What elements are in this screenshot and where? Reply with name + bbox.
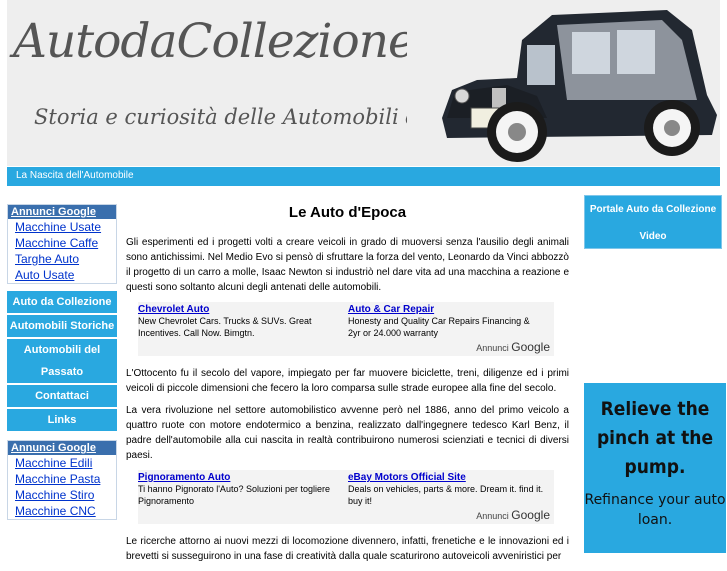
ad-unit: Auto & Car Repair Honesty and Quality Ca… — [348, 304, 544, 339]
sidebar-item-contattaci[interactable]: Contattaci — [7, 385, 117, 409]
portal-video-box[interactable]: Portale Auto da Collezione Video — [584, 195, 722, 249]
google-logo-text: Google — [511, 508, 550, 522]
ads-by-label: Annunci — [476, 511, 509, 521]
sidebar-item-links[interactable]: Links — [7, 409, 117, 433]
ads-heading[interactable]: Annunci Google — [8, 205, 116, 219]
ad-block: Pignoramento Auto Ti hanno Pignorato l'A… — [138, 470, 554, 524]
site-header: AutodaCollezione.it Storia e curiosità d… — [7, 0, 720, 166]
sidebar-item-automobili-del-passato[interactable]: Automobili del Passato — [7, 339, 117, 385]
portal-title: Portale Auto da Collezione — [589, 204, 717, 215]
sidebar-item-auto-da-collezione[interactable]: Auto da Collezione — [7, 291, 117, 315]
paragraph: La vera rivoluzione nel settore automobi… — [126, 405, 569, 461]
ad-description: Honesty and Quality Car Repairs Financin… — [348, 316, 530, 338]
ad-block: Chevrolet Auto New Chevrolet Cars. Truck… — [138, 302, 554, 356]
ads-link[interactable]: Macchine Stiro — [8, 487, 116, 503]
ads-by-label: Annunci — [476, 343, 509, 353]
ad-unit: Pignoramento Auto Ti hanno Pignorato l'A… — [138, 472, 334, 507]
nav-link-nascita[interactable]: La Nascita dell'Automobile — [16, 170, 134, 181]
ads-link[interactable]: Macchine Edili — [8, 455, 116, 471]
sidebar-item-automobili-storiche[interactable]: Automobili Storiche — [7, 315, 117, 339]
ads-by-google-label[interactable]: Annunci Google — [476, 508, 550, 522]
google-ads-box: Annunci Google Macchine Edili Macchine P… — [7, 440, 117, 520]
top-navbar: La Nascita dell'Automobile — [7, 167, 720, 186]
ad-description: Ti hanno Pignorato l'Auto? Soluzioni per… — [138, 484, 331, 506]
paragraph: L'Ottocento fu il secolo del vapore, imp… — [126, 368, 569, 394]
paragraph: Gli esperimenti ed i progetti volti a cr… — [126, 237, 569, 293]
ads-link[interactable]: Macchine CNC — [8, 503, 116, 519]
ads-link[interactable]: Macchine Pasta — [8, 471, 116, 487]
google-logo-text: Google — [511, 340, 550, 354]
ad-title-link[interactable]: Pignoramento Auto — [138, 472, 334, 483]
ad-title-link[interactable]: Auto & Car Repair — [348, 304, 544, 315]
page-title: Le Auto d'Epoca — [288, 204, 407, 221]
ad-description: New Chevrolet Cars. Trucks & SUVs. Great… — [138, 316, 312, 338]
ads-by-google-label[interactable]: Annunci Google — [476, 340, 550, 354]
site-title[interactable]: AutodaCollezione.it — [13, 14, 462, 69]
ads-link[interactable]: Targhe Auto — [8, 251, 116, 267]
ads-link[interactable]: Auto Usate — [8, 267, 116, 283]
sidebar-nav: Auto da Collezione Automobili Storiche A… — [7, 291, 117, 433]
vintage-car-image — [407, 0, 720, 166]
auto-loan-banner-ad[interactable]: Relieve the pinch at the pump. Refinance… — [584, 383, 726, 553]
banner-headline: Relieve the pinch at the pump. — [596, 398, 714, 478]
portal-video-label: Video — [639, 231, 667, 242]
ads-link[interactable]: Macchine Usate — [8, 219, 116, 235]
ad-description: Deals on vehicles, parts & more. Dream i… — [348, 484, 544, 506]
ad-title-link[interactable]: Chevrolet Auto — [138, 304, 334, 315]
ad-unit: eBay Motors Official Site Deals on vehic… — [348, 472, 544, 507]
banner-subtext: Refinance your auto loan. — [584, 492, 726, 528]
ads-link[interactable]: Macchine Caffe — [8, 235, 116, 251]
ad-unit: Chevrolet Auto New Chevrolet Cars. Truck… — [138, 304, 334, 339]
paragraph: Le ricerche attorno ai nuovi mezzi di lo… — [126, 536, 569, 562]
ads-heading[interactable]: Annunci Google — [8, 441, 116, 455]
main-content: Le Auto d'Epoca Gli esperimenti ed i pro… — [126, 204, 569, 571]
ad-title-link[interactable]: eBay Motors Official Site — [348, 472, 544, 483]
right-sidebar: Portale Auto da Collezione Video Relieve… — [584, 195, 726, 553]
google-ads-box: Annunci Google Macchine Usate Macchine C… — [7, 204, 117, 284]
left-sidebar: Annunci Google Macchine Usate Macchine C… — [7, 204, 117, 527]
